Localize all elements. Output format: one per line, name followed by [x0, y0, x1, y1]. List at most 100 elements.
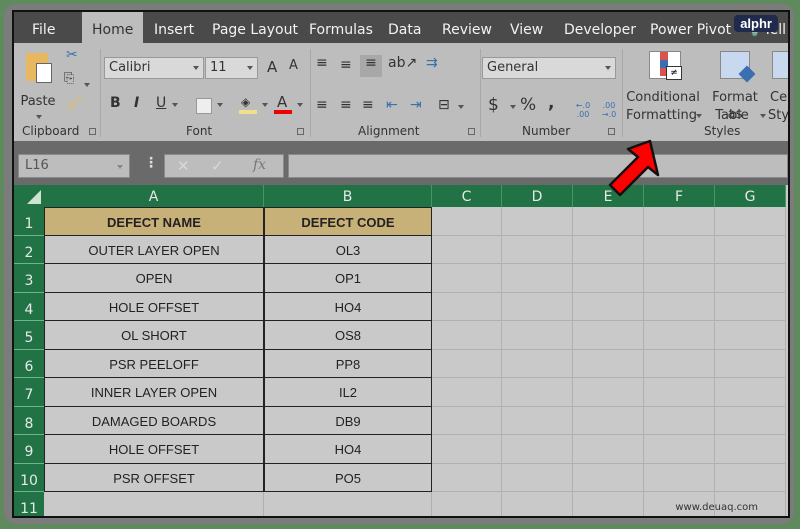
column-header-g[interactable]: G	[715, 185, 786, 207]
font-launcher-icon[interactable]	[297, 128, 304, 135]
defect-code-cell[interactable]: OL3	[264, 235, 432, 264]
align-right-icon[interactable]: ≡	[362, 97, 374, 113]
row-header-3[interactable]: 3	[14, 264, 44, 293]
defect-code-cell[interactable]: OS8	[264, 321, 432, 350]
defect-name-cell[interactable]: PSR PEELOFF	[44, 349, 264, 378]
increase-indent-icon[interactable]: ⇥	[410, 97, 422, 113]
formula-input[interactable]	[288, 154, 788, 178]
decrease-decimal-button[interactable]: .00 →.0	[598, 101, 620, 119]
column-header-c[interactable]: C	[432, 185, 502, 207]
tab-power-pivot[interactable]: Power Pivot	[650, 12, 731, 43]
enter-icon[interactable]: ✓	[211, 157, 224, 175]
percent-button[interactable]: %	[520, 95, 536, 115]
merge-dropdown-icon[interactable]	[458, 105, 464, 109]
italic-button[interactable]: I	[134, 95, 139, 111]
bottom-align-icon[interactable]: ≡	[360, 55, 382, 77]
cancel-icon[interactable]: ✕	[177, 157, 190, 175]
wrap-text-icon[interactable]: ⇉	[426, 55, 438, 71]
cut-icon[interactable]: ✂	[66, 47, 78, 63]
fill-color-button[interactable]: ◈	[239, 95, 257, 115]
copy-dropdown-icon[interactable]	[84, 83, 90, 87]
font-size-select[interactable]: 11	[205, 57, 258, 79]
decrease-indent-icon[interactable]: ⇤	[386, 97, 398, 113]
format-painter-icon[interactable]: 🖌	[66, 95, 84, 111]
font-color-button[interactable]: A	[274, 93, 292, 115]
cell-styles-button[interactable]: Ce Styl	[768, 47, 788, 123]
bold-button[interactable]: B	[110, 95, 121, 111]
tab-file[interactable]: File	[32, 12, 55, 43]
comma-button[interactable]: ,	[548, 93, 554, 113]
font-name-select[interactable]: Calibri	[104, 57, 204, 79]
alignment-launcher-icon[interactable]	[468, 128, 475, 135]
defect-code-cell[interactable]: PO5	[264, 463, 432, 492]
tab-developer[interactable]: Developer	[564, 12, 636, 43]
underline-dropdown-icon[interactable]	[172, 103, 178, 107]
top-align-icon[interactable]: ≡	[316, 55, 328, 71]
defect-code-cell[interactable]: HO4	[264, 435, 432, 464]
underline-button[interactable]: U	[156, 95, 166, 111]
name-box[interactable]: L16	[18, 154, 130, 178]
insert-function-icon[interactable]: fx	[253, 157, 266, 173]
row-header-7[interactable]: 7	[14, 378, 44, 407]
currency-dropdown-icon[interactable]	[510, 105, 516, 109]
grow-font-button[interactable]: A	[267, 58, 277, 76]
defect-code-cell[interactable]: IL2	[264, 378, 432, 407]
tab-home[interactable]: Home	[82, 12, 144, 43]
defect-code-cell[interactable]: PP8	[264, 349, 432, 378]
group-separator	[622, 49, 623, 137]
header-cell[interactable]: DEFECT CODE	[264, 207, 432, 236]
defect-name-cell[interactable]: OL SHORT	[44, 321, 264, 350]
copy-icon[interactable]: ⎘	[64, 71, 74, 86]
shrink-font-button[interactable]: A	[289, 58, 298, 73]
formula-bar-grip-icon[interactable]: ⋮	[144, 155, 158, 171]
column-header-d[interactable]: D	[502, 185, 573, 207]
defect-name-cell[interactable]: PSR OFFSET	[44, 463, 264, 492]
align-center-icon[interactable]: ≡	[340, 97, 352, 113]
tab-insert[interactable]: Insert	[154, 12, 194, 43]
borders-dropdown-icon[interactable]	[217, 103, 223, 107]
row-header-10[interactable]: 10	[14, 463, 44, 492]
watermark: www.deuaq.com	[675, 502, 758, 513]
number-format-select[interactable]: General	[482, 57, 616, 79]
row-header-2[interactable]: 2	[14, 235, 44, 264]
tab-data[interactable]: Data	[388, 12, 421, 43]
row-header-1[interactable]: 1	[14, 207, 44, 236]
defect-name-cell[interactable]: HOLE OFFSET	[44, 292, 264, 321]
conditional-formatting-button[interactable]: ≠ Conditional Formatting	[626, 47, 702, 123]
tab-view[interactable]: View	[510, 12, 543, 43]
defect-name-cell[interactable]: HOLE OFFSET	[44, 435, 264, 464]
defect-name-cell[interactable]: OPEN	[44, 264, 264, 293]
clipboard-launcher-icon[interactable]	[89, 128, 96, 135]
column-header-a[interactable]: A	[44, 185, 264, 207]
select-all-button[interactable]	[14, 185, 44, 207]
align-left-icon[interactable]: ≡	[316, 97, 328, 113]
format-as-table-button[interactable]: Format as Table	[704, 47, 766, 123]
currency-button[interactable]: $	[488, 95, 499, 115]
header-cell[interactable]: DEFECT NAME	[44, 207, 264, 236]
tab-page-layout[interactable]: Page Layout	[212, 12, 298, 43]
column-header-b[interactable]: B	[264, 185, 432, 207]
font-color-dropdown-icon[interactable]	[297, 103, 303, 107]
row-header-11[interactable]: 11	[14, 492, 44, 516]
number-launcher-icon[interactable]	[608, 128, 615, 135]
row-header-6[interactable]: 6	[14, 349, 44, 378]
row-header-4[interactable]: 4	[14, 292, 44, 321]
increase-decimal-button[interactable]: ←.0 .00	[572, 101, 594, 119]
tab-formulas[interactable]: Formulas	[309, 12, 373, 43]
defect-name-cell[interactable]: DAMAGED BOARDS	[44, 406, 264, 435]
defect-name-cell[interactable]: OUTER LAYER OPEN	[44, 235, 264, 264]
paste-button[interactable]: Paste	[20, 49, 56, 119]
fill-color-dropdown-icon[interactable]	[262, 103, 268, 107]
merge-center-icon[interactable]: ⊟	[438, 97, 450, 113]
row-header-5[interactable]: 5	[14, 321, 44, 350]
defect-code-cell[interactable]: OP1	[264, 264, 432, 293]
defect-code-cell[interactable]: HO4	[264, 292, 432, 321]
defect-code-cell[interactable]: DB9	[264, 406, 432, 435]
orientation-icon[interactable]: ab↗	[388, 55, 417, 71]
row-header-9[interactable]: 9	[14, 435, 44, 464]
row-header-8[interactable]: 8	[14, 406, 44, 435]
defect-name-cell[interactable]: INNER LAYER OPEN	[44, 378, 264, 407]
middle-align-icon[interactable]: ≡	[340, 57, 352, 73]
borders-button[interactable]	[196, 98, 212, 114]
tab-review[interactable]: Review	[442, 12, 492, 43]
